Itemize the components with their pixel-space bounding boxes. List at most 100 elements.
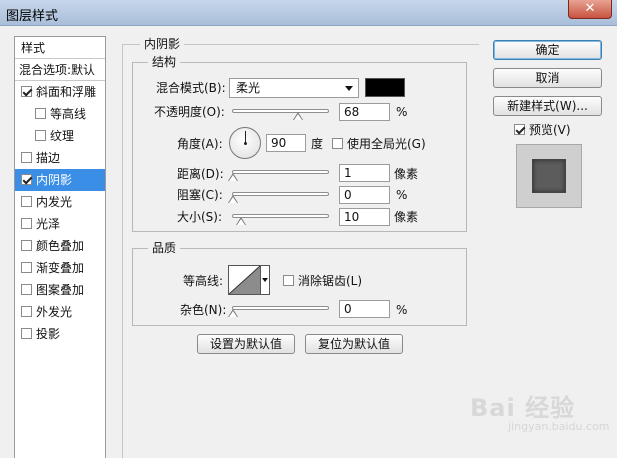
close-button[interactable]: ✕ xyxy=(568,0,612,19)
sidebar-item-label: 描边 xyxy=(36,151,61,165)
chevron-down-icon xyxy=(345,86,353,91)
sidebar-item-label: 颜色叠加 xyxy=(36,239,85,253)
reset-default-button[interactable]: 复位为默认值 xyxy=(305,334,403,354)
angle-center xyxy=(244,142,247,145)
sidebar-item-label: 渐变叠加 xyxy=(36,261,85,275)
sidebar-item[interactable]: 渐变叠加 xyxy=(15,257,105,279)
contour-curve-icon xyxy=(229,266,260,294)
sidebar-item[interactable]: 外发光 xyxy=(15,301,105,323)
sidebar-item[interactable]: 内阴影 xyxy=(15,169,105,191)
sidebar-item-checkbox[interactable] xyxy=(21,86,32,97)
sidebar-item[interactable]: 内发光 xyxy=(15,191,105,213)
distance-slider-thumb[interactable] xyxy=(228,173,238,181)
anti-alias-label: 消除锯齿(L) xyxy=(298,274,363,288)
sidebar-item[interactable]: 等高线 xyxy=(15,103,105,125)
size-label: 大小(S): xyxy=(177,210,223,224)
sidebar-item[interactable]: 光泽 xyxy=(15,213,105,235)
sidebar-item-checkbox[interactable] xyxy=(21,328,32,339)
blend-mode-select[interactable]: 柔光 xyxy=(229,78,359,98)
sidebar-item[interactable]: 投影 xyxy=(15,323,105,345)
sidebar-item[interactable]: 描边 xyxy=(15,147,105,169)
anti-alias-checkbox[interactable]: 消除锯齿(L) xyxy=(283,273,362,289)
sidebar-item-checkbox[interactable] xyxy=(21,196,32,207)
contour-preview[interactable] xyxy=(228,265,261,295)
style-preview xyxy=(516,144,582,208)
noise-input[interactable]: 0 xyxy=(339,300,390,318)
sidebar-item-label: 斜面和浮雕 xyxy=(36,85,97,99)
sidebar-item-checkbox[interactable] xyxy=(21,240,32,251)
sidebar-item[interactable]: 颜色叠加 xyxy=(15,235,105,257)
choke-input[interactable]: 0 xyxy=(339,186,390,204)
angle-dial[interactable] xyxy=(229,127,261,159)
sidebar-item[interactable]: 纹理 xyxy=(15,125,105,147)
distance-input[interactable]: 1 xyxy=(339,164,390,182)
sidebar-item-checkbox[interactable] xyxy=(21,152,32,163)
inner-shadow-title: 内阴影 xyxy=(140,37,185,51)
sidebar-item-label: 外发光 xyxy=(36,305,73,319)
global-light-check[interactable] xyxy=(332,138,343,149)
styles-header[interactable]: 样式 xyxy=(15,37,105,59)
baidu-watermark-logo: Bai 经验 xyxy=(470,394,576,422)
opacity-slider[interactable] xyxy=(232,109,329,113)
cancel-button[interactable]: 取消 xyxy=(493,68,602,88)
preview-checkbox[interactable]: 预览(V) xyxy=(514,122,571,138)
choke-slider[interactable] xyxy=(232,192,329,196)
sidebar-item-label: 图案叠加 xyxy=(36,283,85,297)
choke-slider-thumb[interactable] xyxy=(228,195,238,203)
new-style-button[interactable]: 新建样式(W)... xyxy=(493,96,602,116)
noise-slider[interactable] xyxy=(232,306,329,310)
noise-slider-thumb[interactable] xyxy=(228,309,238,317)
sidebar-item[interactable]: 斜面和浮雕 xyxy=(15,81,105,103)
sidebar-item-label: 光泽 xyxy=(36,217,61,231)
global-light-label: 使用全局光(G) xyxy=(347,137,426,151)
preview-label: 预览(V) xyxy=(529,123,571,137)
shadow-color-swatch[interactable] xyxy=(365,78,405,97)
blend-options-item[interactable]: 混合选项:默认 xyxy=(15,59,105,81)
sidebar-item-label: 纹理 xyxy=(50,129,75,143)
distance-slider[interactable] xyxy=(232,170,329,174)
sidebar-item-checkbox[interactable] xyxy=(21,306,32,317)
sidebar-item-checkbox[interactable] xyxy=(35,108,46,119)
structure-title: 结构 xyxy=(148,55,181,69)
noise-label: 杂色(N): xyxy=(180,303,227,317)
opacity-unit: % xyxy=(396,105,408,119)
sidebar-item-label: 投影 xyxy=(36,327,61,341)
baidu-watermark-url: jingyan.baidu.com xyxy=(508,420,610,433)
sidebar-item[interactable]: 图案叠加 xyxy=(15,279,105,301)
sidebar-item-checkbox[interactable] xyxy=(35,130,46,141)
angle-label: 角度(A): xyxy=(177,137,223,151)
distance-unit: 像素 xyxy=(394,167,419,181)
size-slider[interactable] xyxy=(232,214,329,218)
choke-unit: % xyxy=(396,188,408,202)
opacity-label: 不透明度(O): xyxy=(154,105,225,119)
blend-mode-label: 混合模式(B): xyxy=(156,81,226,95)
window-title: 图层样式 xyxy=(6,9,59,24)
noise-unit: % xyxy=(396,303,408,317)
angle-unit: 度 xyxy=(311,137,324,151)
preview-check[interactable] xyxy=(514,124,525,135)
opacity-slider-thumb[interactable] xyxy=(292,112,303,120)
quality-title: 品质 xyxy=(148,241,181,255)
sidebar-item-checkbox[interactable] xyxy=(21,262,32,273)
size-slider-thumb[interactable] xyxy=(236,217,246,225)
make-default-button[interactable]: 设置为默认值 xyxy=(197,334,295,354)
style-preview-swatch xyxy=(532,159,566,193)
opacity-input[interactable]: 68 xyxy=(339,103,390,121)
choke-label: 阻塞(C): xyxy=(177,188,223,202)
sidebar-item-checkbox[interactable] xyxy=(21,284,32,295)
global-light-checkbox[interactable]: 使用全局光(G) xyxy=(332,136,426,152)
contour-dropdown[interactable] xyxy=(261,265,270,295)
size-input[interactable]: 10 xyxy=(339,208,390,226)
angle-input[interactable]: 90 xyxy=(266,134,306,152)
ok-button[interactable]: 确定 xyxy=(493,40,602,60)
sidebar-item-label: 等高线 xyxy=(50,107,87,121)
sidebar-item-label: 内阴影 xyxy=(36,173,73,187)
sidebar-item-checkbox[interactable] xyxy=(21,218,32,229)
sidebar-item-checkbox[interactable] xyxy=(21,174,32,185)
size-unit: 像素 xyxy=(394,210,419,224)
contour-label: 等高线: xyxy=(183,274,224,288)
blend-mode-value: 柔光 xyxy=(236,81,261,95)
anti-alias-check[interactable] xyxy=(283,275,294,286)
distance-label: 距离(D): xyxy=(177,167,224,181)
title-bar: 图层样式 ✕ xyxy=(0,0,617,26)
